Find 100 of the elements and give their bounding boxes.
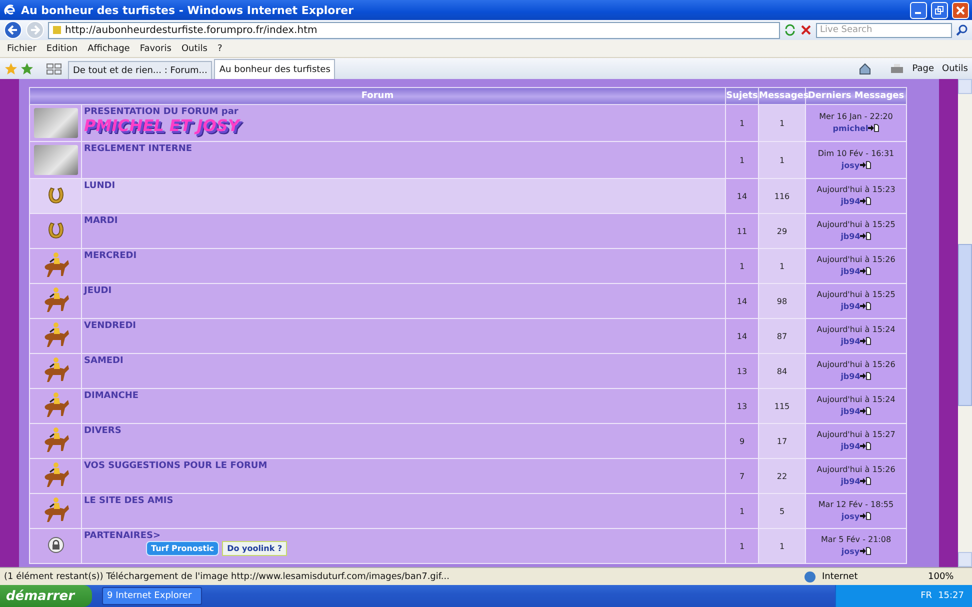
banner-text: PMICHEL ET JOSY [84,117,240,135]
browser-tab[interactable]: De tout et de rien... : Forum... [68,61,212,79]
last-post-date: Aujourd'hui à 15:24 [816,325,896,334]
go-to-post-icon[interactable] [860,160,871,169]
go-to-post-icon[interactable] [860,442,872,450]
last-post-date: Mar 12 Fév - 18:55 [817,500,895,509]
last-post-date: Aujourd'hui à 15:27 [816,430,896,439]
home-icon[interactable] [858,62,872,76]
posts-count: 5 [758,494,806,528]
partner-link[interactable]: Do yoolink ? [222,541,288,556]
forum-title-link[interactable]: PRESENTATION DU FORUM par [84,107,723,117]
browser-logo-icon [3,3,17,17]
add-favorite-icon[interactable] [20,62,34,76]
last-post-date: Mar 5 Fév - 21:08 [820,535,892,544]
user-link[interactable]: josy [841,161,860,170]
forum-title-link[interactable]: VOS SUGGESTIONS POUR LE FORUM [84,461,723,471]
go-to-post-icon[interactable] [860,406,872,415]
posts-count: 17 [758,424,806,458]
topics-count: 14 [726,178,758,214]
go-to-post-icon[interactable] [860,266,872,275]
topics-count: 1 [726,528,758,564]
printer-icon[interactable] [890,62,904,76]
menu-item[interactable]: Favoris [134,44,176,54]
go-to-post-icon[interactable] [860,196,872,205]
forum-title-link[interactable]: VENDREDI [84,321,723,331]
close-icon [956,6,965,14]
go-to-post-icon[interactable] [860,336,872,345]
back-arrow-icon [8,25,18,35]
restore-button[interactable] [931,2,948,18]
zoom-level[interactable]: 100% [928,572,968,582]
last-post-date: Aujourd'hui à 15:24 [816,395,896,404]
forum-title-link[interactable]: MARDI [84,216,723,226]
forum-title-link[interactable]: PARTENAIRES> [84,531,723,541]
go-to-post-icon[interactable] [860,512,871,520]
forum-title-link[interactable]: DIVERS [84,426,723,436]
go-to-post-icon[interactable] [868,124,880,132]
user-link[interactable]: jb94 [840,337,860,346]
horseshoe-icon [46,184,66,204]
user-link[interactable]: jb94 [840,477,860,486]
scrollbar[interactable] [958,79,972,567]
last-post-date: Dim 10 Fév - 16:31 [816,149,896,158]
forum-title-link[interactable]: LUNDI [84,181,723,191]
posts-count: 1 [758,142,806,178]
close-button[interactable] [952,2,969,18]
last-post-date: Aujourd'hui à 15:26 [816,255,896,264]
posts-count: 1 [758,104,806,142]
forum-title-link[interactable]: MERCREDI [84,251,723,261]
go-to-post-icon[interactable] [860,232,872,240]
taskbar-button[interactable]: 9 Internet Explorer [102,587,202,605]
favorites-star-icon[interactable] [4,62,18,76]
user-link[interactable]: jb94 [840,372,860,381]
globe-icon [804,570,816,582]
user-link[interactable]: josy [841,547,860,556]
forum-title-link[interactable]: LE SITE DES AMIS [84,496,723,506]
forum-title-link[interactable]: SAMEDI [84,356,723,366]
window-title: Au bonheur des turfistes - Windows Internet Explorer [21,4,355,16]
language-indicator[interactable]: FR [920,591,932,601]
last-post-date: Aujourd'hui à 15:26 [816,360,896,369]
menu-item[interactable]: Affichage [82,44,135,54]
minimize-button[interactable] [910,2,927,18]
user-link[interactable]: jb94 [840,267,860,276]
go-to-post-icon[interactable] [860,546,871,555]
user-link[interactable]: jb94 [840,442,860,451]
address-field[interactable]: http://aubonheurdesturfiste.forumpro.fr/index.htm [48,22,780,38]
stop-icon[interactable] [800,24,812,36]
browser-tab[interactable]: Au bonheur des turfistes [214,59,336,79]
user-link[interactable]: jb94 [840,407,860,416]
menu-item[interactable]: Outils [176,44,212,54]
user-link[interactable]: jb94 [840,302,860,311]
go-to-post-icon[interactable] [860,372,872,380]
security-zone: Internet [822,572,859,582]
back-button[interactable] [4,21,22,39]
toolbar-menu[interactable]: Page [912,64,934,74]
partner-link[interactable]: Turf Pronostic [146,541,220,556]
last-post-date: Aujourd'hui à 15:23 [816,185,896,194]
toolbar-menu[interactable]: Outils [942,64,968,74]
topics-count: 13 [726,354,758,388]
refresh-icon[interactable] [784,24,796,36]
user-link[interactable]: josy [841,512,860,521]
go-to-post-icon[interactable] [860,476,872,485]
forum-title-link[interactable]: JEUDI [84,286,723,296]
user-link[interactable]: jb94 [840,197,860,206]
posts-count: 87 [758,318,806,354]
start-button[interactable]: démarrer [0,585,92,607]
menu-item[interactable]: Fichier [2,44,42,54]
go-to-post-icon[interactable] [860,302,872,310]
posts-count: 1 [758,528,806,564]
user-link[interactable]: pmichel [832,124,868,133]
menu-item[interactable]: ? [212,44,228,54]
topics-count: 1 [726,142,758,178]
forum-title-link[interactable]: DIMANCHE [84,391,723,401]
posts-count: 116 [758,178,806,214]
search-field[interactable]: Live Search [816,22,952,38]
clock: 15:27 [938,591,964,601]
forum-title-link[interactable]: REGLEMENT INTERNE [84,144,723,154]
lock-icon [48,536,64,552]
restore-icon [935,6,944,14]
menu-item[interactable]: Edition [41,44,83,54]
user-link[interactable]: jb94 [840,232,860,241]
search-icon[interactable] [956,24,968,36]
